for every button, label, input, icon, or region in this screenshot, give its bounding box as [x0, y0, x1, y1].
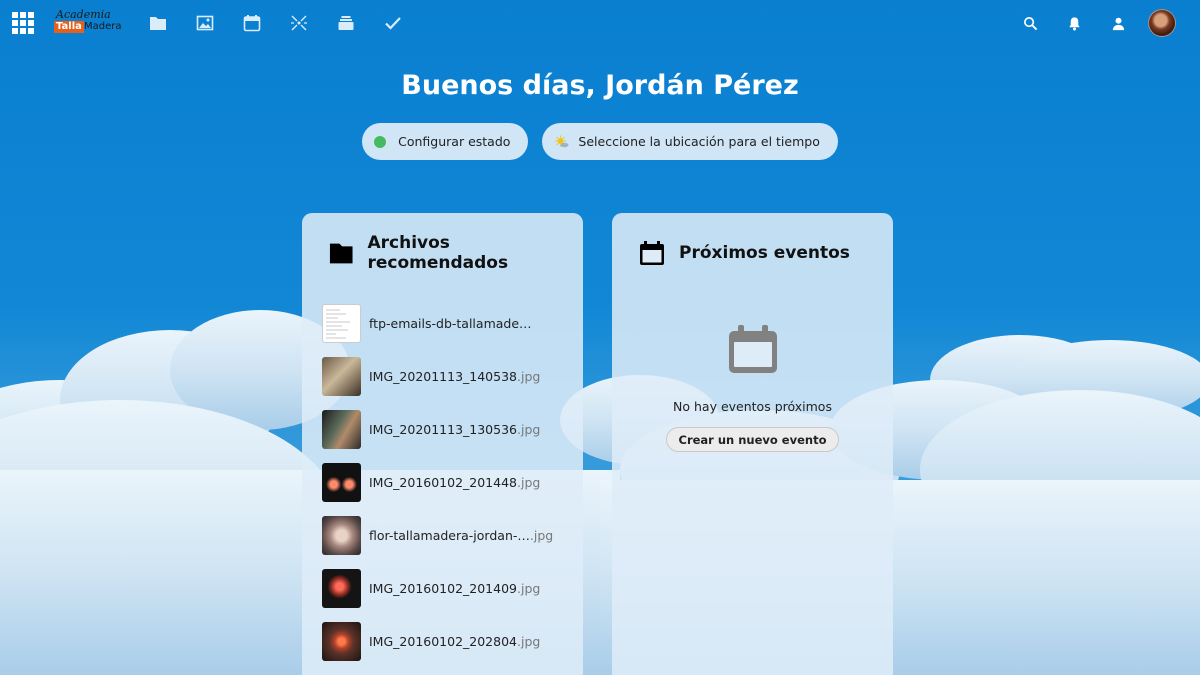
brand-line2a: Talla — [54, 21, 84, 33]
file-thumbnail — [322, 304, 361, 343]
panel-header: Próximos eventos — [612, 213, 893, 293]
file-extension: .jpg — [529, 528, 554, 543]
panel-title: Archivos recomendados — [367, 233, 509, 273]
file-extension: .jpg — [517, 475, 541, 490]
brand-logo[interactable]: Academia Talla Madera — [54, 8, 122, 35]
file-name: IMG_20160102_201409 — [369, 581, 517, 596]
file-list: ftp-emails-db-tallamade… IMG_20201113_14… — [302, 297, 583, 668]
status-row: Configurar estado Seleccione la ubicació… — [0, 123, 1200, 160]
file-item[interactable]: IMG_20160102_202804 .jpg — [322, 615, 583, 668]
header-right — [1008, 0, 1176, 46]
notifications-icon[interactable] — [1052, 0, 1096, 46]
weather-location-button[interactable]: Seleccione la ubicación para el tiempo — [542, 123, 838, 160]
weather-sun-icon — [555, 135, 569, 147]
file-thumbnail — [322, 569, 361, 608]
empty-text: No hay eventos próximos — [673, 399, 832, 414]
activity-icon[interactable] — [275, 0, 322, 46]
file-extension: .jpg — [517, 422, 541, 437]
set-status-button[interactable]: Configurar estado — [362, 123, 529, 160]
tasks-icon[interactable] — [369, 0, 416, 46]
brand-line2b: Madera — [84, 21, 122, 32]
calendar-empty-icon — [728, 325, 777, 373]
search-icon[interactable] — [1008, 0, 1052, 46]
file-extension: .jpg — [517, 369, 541, 384]
background — [0, 0, 1200, 675]
file-item[interactable]: flor-tallamadera-jordan-… .jpg — [322, 509, 583, 562]
panel-title: Próximos eventos — [679, 243, 850, 263]
photos-icon[interactable] — [181, 0, 228, 46]
upcoming-events-panel: Próximos eventos No hay eventos próximos… — [612, 213, 893, 675]
file-name: IMG_20201113_140538 — [369, 369, 517, 384]
set-status-label: Configurar estado — [398, 134, 511, 149]
app-navigation — [134, 0, 416, 46]
brand-line1: Academia — [56, 8, 111, 21]
user-avatar[interactable] — [1148, 9, 1176, 37]
file-extension: .jpg — [517, 581, 541, 596]
panel-header: Archivos recomendados — [302, 213, 583, 293]
create-event-button[interactable]: Crear un nuevo evento — [665, 427, 840, 452]
folder-icon — [329, 243, 353, 264]
calendar-icon[interactable] — [228, 0, 275, 46]
file-thumbnail — [322, 516, 361, 555]
contacts-icon[interactable] — [1096, 0, 1140, 46]
file-thumbnail — [322, 622, 361, 661]
deck-icon[interactable] — [322, 0, 369, 46]
file-thumbnail — [322, 463, 361, 502]
file-extension: .jpg — [517, 634, 541, 649]
top-bar: Academia Talla Madera — [0, 0, 1200, 46]
files-icon[interactable] — [134, 0, 181, 46]
file-name: flor-tallamadera-jordan-… — [369, 528, 530, 543]
file-thumbnail — [322, 357, 361, 396]
file-item[interactable]: IMG_20201113_140538 .jpg — [322, 350, 583, 403]
calendar-icon — [640, 241, 664, 265]
online-status-icon — [374, 135, 387, 148]
recommended-files-panel: Archivos recomendados ftp-emails-db-tall… — [302, 213, 583, 675]
file-item[interactable]: ftp-emails-db-tallamade… — [322, 297, 583, 350]
empty-state: No hay eventos próximos Crear un nuevo e… — [612, 323, 893, 452]
app-menu-icon[interactable] — [12, 12, 34, 34]
weather-label: Seleccione la ubicación para el tiempo — [578, 134, 820, 149]
file-item[interactable]: IMG_20160102_201448 .jpg — [322, 456, 583, 509]
file-name: ftp-emails-db-tallamade… — [369, 316, 532, 331]
file-name: IMG_20160102_202804 — [369, 634, 517, 649]
greeting-title: Buenos días, Jordán Pérez — [401, 70, 799, 101]
file-item[interactable]: IMG_20201113_130536 .jpg — [322, 403, 583, 456]
file-item[interactable]: IMG_20160102_201409 .jpg — [322, 562, 583, 615]
file-name: IMG_20160102_201448 — [369, 475, 517, 490]
file-name: IMG_20201113_130536 — [369, 422, 517, 437]
file-thumbnail — [322, 410, 361, 449]
